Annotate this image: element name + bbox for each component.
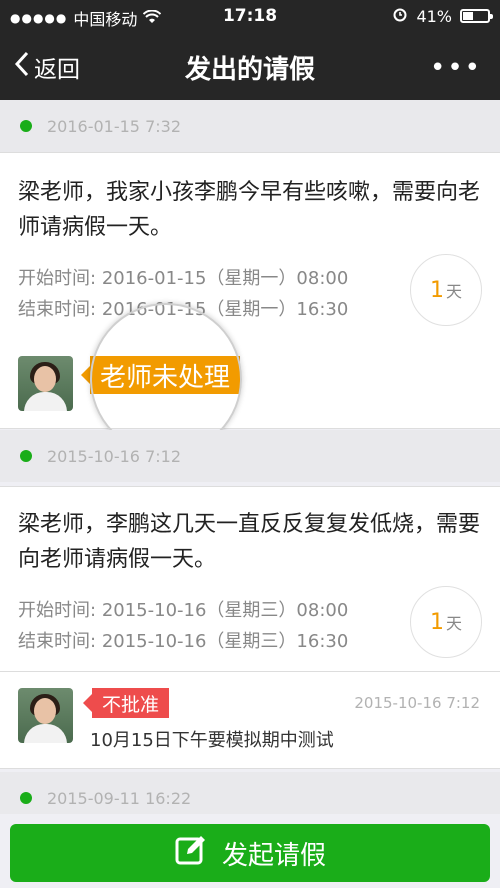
date-header: 2015-10-16 7:12 xyxy=(0,430,500,482)
start-time-value: 2015-10-16（星期三）08:00 xyxy=(101,600,349,621)
end-time-label: 结束时间: xyxy=(18,299,97,320)
nav-bar: 返回 发出的请假 ••• xyxy=(0,32,500,100)
avatar xyxy=(18,688,73,743)
page-title: 发出的请假 xyxy=(184,55,315,85)
status-row: 不批准 2015-10-16 7:12 10月15日下午要模拟期中测试 xyxy=(0,672,500,769)
avatar-body xyxy=(24,392,67,411)
battery-percent: 41% xyxy=(416,6,452,26)
avatar-body xyxy=(24,724,67,743)
days-badge: 1 天 xyxy=(410,586,482,658)
request-message: 梁老师，我家小孩李鹏今早有些咳嗽，需要向老师请病假一天。 xyxy=(18,180,481,240)
status-row: 老师未处理 xyxy=(0,340,500,429)
days-number: 1 xyxy=(429,277,444,303)
end-time-row: 结束时间: 2016-01-15（星期一）16:30 xyxy=(18,295,348,321)
new-leave-request-button[interactable]: 发起请假 xyxy=(10,824,490,882)
start-time-row: 开始时间: 2015-10-16（星期三）08:00 xyxy=(18,596,348,622)
avatar xyxy=(18,356,73,411)
avatar-face xyxy=(34,366,56,392)
start-time-row: 开始时间: 2016-01-15（星期一）08:00 xyxy=(18,264,348,290)
start-time-label: 开始时间: xyxy=(18,600,97,621)
status-dot xyxy=(20,792,32,804)
new-leave-request-label: 发起请假 xyxy=(221,840,326,871)
avatar-face xyxy=(34,698,56,724)
edit-icon xyxy=(174,833,208,874)
end-time-value: 2015-10-16（星期三）16:30 xyxy=(101,631,349,652)
start-time-label: 开始时间: xyxy=(18,268,97,289)
request-card[interactable]: 梁老师，我家小孩李鹏今早有些咳嗽，需要向老师请病假一天。 开始时间: 2016-… xyxy=(0,152,500,342)
end-time-label: 结束时间: xyxy=(18,631,97,652)
days-badge: 1 天 xyxy=(410,254,482,326)
footer: 发起请假 xyxy=(0,814,500,888)
request-message: 梁老师，李鹏这几天一直反反复复发低烧，需要向老师请病假一天。 xyxy=(18,512,481,572)
status-dot xyxy=(20,120,32,132)
request-date: 2015-09-11 16:22 xyxy=(47,788,192,808)
start-time-value: 2016-01-15（星期一）08:00 xyxy=(101,268,349,289)
days-unit: 天 xyxy=(445,614,462,633)
battery-icon xyxy=(460,9,493,23)
days-number: 1 xyxy=(429,609,444,635)
status-right: 41% xyxy=(392,6,493,26)
request-date: 2015-10-16 7:12 xyxy=(47,446,181,466)
reply-text: 10月15日下午要模拟期中测试 xyxy=(90,730,334,751)
battery-level xyxy=(463,12,473,20)
status-badge: 不批准 xyxy=(82,688,170,718)
status-time: 2015-10-16 7:12 xyxy=(354,694,480,712)
days-unit: 天 xyxy=(445,282,462,301)
end-time-row: 结束时间: 2015-10-16（星期三）16:30 xyxy=(18,627,348,653)
request-date: 2016-01-15 7:32 xyxy=(47,116,181,136)
status-badge: 老师未处理 xyxy=(80,356,241,394)
request-card[interactable]: 梁老师，李鹏这几天一直反反复复发低烧，需要向老师请病假一天。 开始时间: 201… xyxy=(0,486,500,672)
status-dot xyxy=(20,450,32,462)
end-time-value: 2016-01-15（星期一）16:30 xyxy=(101,299,349,320)
date-header: 2016-01-15 7:32 xyxy=(0,100,500,152)
alarm-icon xyxy=(392,6,408,26)
more-icon[interactable]: ••• xyxy=(430,53,482,83)
status-bar: ●●●●● 中国移动 17:18 41% xyxy=(0,0,500,32)
